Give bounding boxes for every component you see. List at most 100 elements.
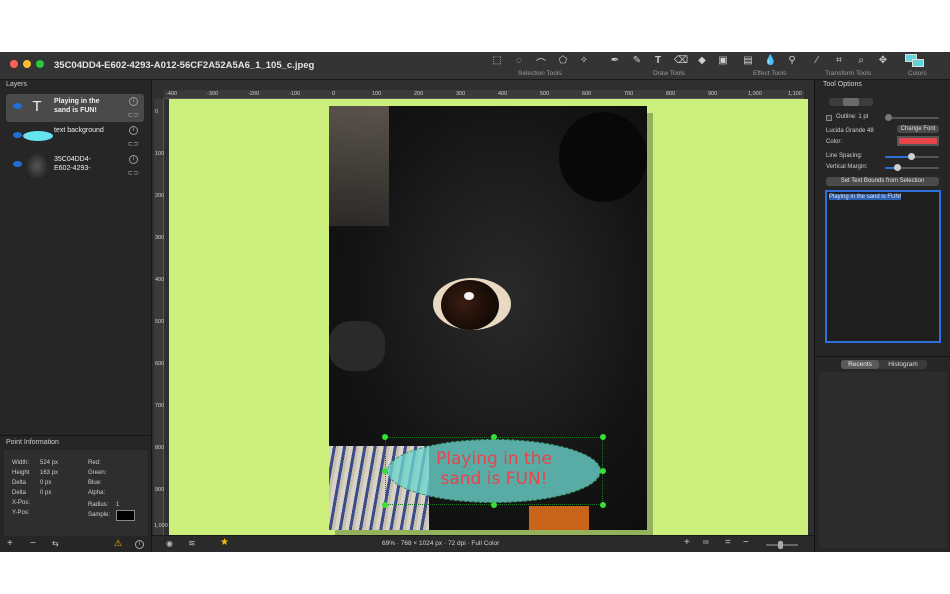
rect-select-icon[interactable]: ⬚	[491, 55, 503, 66]
shape-icon[interactable]: ▣	[717, 55, 729, 66]
right-panel: Tool Options Outline: 1 pt Lucida Grande…	[814, 80, 950, 552]
add-layer-icon[interactable]: +	[7, 538, 13, 549]
zoom-window-button[interactable]	[36, 60, 44, 68]
crop-icon[interactable]: ⌗	[833, 55, 845, 66]
close-window-button[interactable]	[10, 60, 18, 68]
line-spacing-knob[interactable]	[908, 153, 915, 160]
alignment-segmented-control[interactable]	[829, 98, 873, 106]
ruler-label: 0	[332, 91, 336, 97]
ruler-label: -100	[289, 91, 301, 97]
eye-icon[interactable]	[13, 161, 22, 167]
width-value: 524 px	[40, 460, 59, 466]
ruler-label: 1,000	[748, 91, 762, 97]
font-label: Lucida Grande 48	[826, 128, 874, 134]
ruler-label: 600	[155, 361, 165, 367]
resize-handle[interactable]	[600, 468, 606, 474]
text-entry-area[interactable]: Playing in the sand is FUN!	[825, 190, 941, 343]
text-object[interactable]: Playing in the sand is FUN!	[382, 434, 606, 508]
link-icon[interactable]: ⊂⊃	[127, 111, 139, 119]
color-swatches-icon[interactable]	[905, 54, 925, 67]
zoom-icon[interactable]: ⌕	[855, 55, 867, 66]
eyedropper-icon[interactable]: ⁄	[811, 55, 823, 66]
resize-handle[interactable]	[491, 502, 497, 508]
ruler-label: 0	[155, 109, 159, 115]
ruler-label: 900	[708, 91, 718, 97]
outline-checkbox[interactable]	[826, 115, 832, 121]
warning-icon[interactable]: ⚠	[114, 538, 122, 549]
text-tool-icon[interactable]: T	[652, 55, 664, 66]
resize-handle[interactable]	[382, 502, 388, 508]
sample-swatch	[116, 510, 135, 521]
eye-icon[interactable]: ◉	[166, 539, 173, 548]
merge-layers-icon[interactable]: ⇆	[52, 539, 59, 548]
drop-icon[interactable]: 💧	[764, 55, 776, 66]
recents-histogram-tabs: Recents Histogram	[841, 360, 927, 369]
ruler-label: 1,100	[788, 91, 802, 97]
canvas[interactable]: Playing in the sand is FUN!	[169, 99, 808, 537]
ruler-label: -300	[207, 91, 219, 97]
align-center-segment[interactable]	[843, 98, 859, 106]
resize-handle[interactable]	[382, 434, 388, 440]
eye-icon[interactable]	[13, 132, 22, 138]
magic-wand-icon[interactable]: ✧	[578, 55, 590, 66]
height-label: Height	[12, 470, 30, 476]
move-icon[interactable]: ✥	[877, 55, 889, 66]
eraser-icon[interactable]: ⌫	[674, 55, 688, 66]
resize-handle[interactable]	[600, 502, 606, 508]
lasso-icon[interactable]: ⌒	[535, 55, 547, 70]
green-label: Green:	[88, 470, 107, 476]
layer-text-background[interactable]: text background i ⊂⊃	[6, 123, 144, 151]
ellipse-select-icon[interactable]: ◌	[513, 55, 525, 66]
resize-handle[interactable]	[600, 434, 606, 440]
ruler-label: 400	[498, 91, 508, 97]
paint-bucket-icon[interactable]: ◆	[696, 55, 708, 66]
star-icon[interactable]: ★	[220, 537, 229, 548]
horizontal-ruler: -400 -300 -200 -100 0 100 200 300 400 50…	[164, 90, 804, 99]
resize-handle[interactable]	[491, 434, 497, 440]
text-color-well[interactable]	[897, 136, 939, 146]
layer-text[interactable]: T Playing in the sand is FUN! i ⊂⊃	[6, 94, 144, 122]
outline-slider-knob[interactable]	[885, 114, 892, 121]
pen-icon[interactable]: ✒	[609, 55, 621, 66]
zoom-in-icon[interactable]: +	[684, 537, 690, 548]
layers-icon[interactable]: ≋	[188, 538, 196, 549]
minimize-window-button[interactable]	[23, 60, 31, 68]
info-icon[interactable]: i	[135, 540, 144, 549]
layers-header: Layers	[6, 81, 28, 88]
text-entry-value: Playing in the sand is FUN!	[829, 194, 902, 200]
ruler-label: 200	[414, 91, 424, 97]
set-text-bounds-button[interactable]: Set Text Bounds from Selection	[826, 177, 939, 186]
eye-glint	[464, 292, 474, 300]
link-icon[interactable]: ⊂⊃	[127, 169, 139, 177]
actual-size-icon[interactable]: ııı	[703, 539, 709, 546]
height-value: 163 px	[40, 470, 59, 476]
eye-icon[interactable]	[13, 103, 22, 109]
zoom-slider-knob[interactable]	[778, 541, 783, 549]
radius-value[interactable]: 1	[116, 502, 119, 508]
resize-handle[interactable]	[382, 468, 388, 474]
info-icon[interactable]: i	[129, 126, 138, 135]
zoom-out-icon[interactable]: −	[743, 537, 749, 548]
eye-iris	[441, 280, 499, 330]
info-icon[interactable]: i	[129, 155, 138, 164]
info-icon[interactable]: i	[129, 97, 138, 106]
layer-name: 35C04DD4-	[54, 156, 91, 163]
title-bar: 35C04DD4-E602-4293-A012-56CF2A52A5A6_1_1…	[0, 52, 950, 80]
smudge-icon[interactable]: ⚲	[786, 55, 798, 66]
fit-icon[interactable]: =	[725, 537, 731, 548]
tab-histogram[interactable]: Histogram	[883, 360, 923, 369]
outline-slider[interactable]	[885, 117, 939, 119]
vertical-margin-knob[interactable]	[894, 164, 901, 171]
zoom-slider[interactable]	[766, 541, 798, 549]
ruler-label: 200	[155, 193, 165, 199]
tab-recents[interactable]: Recents	[841, 360, 879, 369]
link-icon[interactable]: ⊂⊃	[127, 140, 139, 148]
effect-stamp-icon[interactable]: ▤	[742, 55, 754, 66]
layer-image[interactable]: 35C04DD4- E602-4293- i ⊂⊃	[6, 152, 144, 180]
status-bar: ◉ ≋ ★ 69% · 768 × 1024 px · 72 dpi · Ful…	[152, 535, 814, 552]
change-font-button[interactable]: Change Font	[897, 125, 939, 133]
ruler-label: 300	[155, 235, 165, 241]
remove-layer-icon[interactable]: −	[30, 538, 36, 549]
polygon-select-icon[interactable]: ⬠	[557, 55, 569, 66]
pencil-icon[interactable]: ✎	[631, 55, 643, 66]
